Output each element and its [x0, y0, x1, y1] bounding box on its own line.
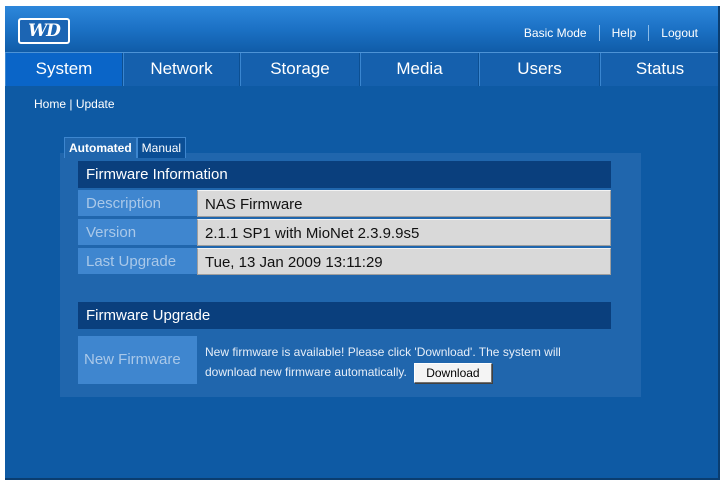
header-bar: WD Basic Mode Help Logout: [5, 6, 718, 52]
tab-users[interactable]: Users: [479, 53, 600, 86]
info-value: Tue, 13 Jan 2009 13:11:29: [197, 248, 611, 275]
info-row-description: Description NAS Firmware: [78, 190, 611, 217]
info-value: 2.1.1 SP1 with MioNet 2.3.9.9s5: [197, 219, 611, 246]
tab-status[interactable]: Status: [600, 53, 718, 86]
info-row-last-upgrade: Last Upgrade Tue, 13 Jan 2009 13:11:29: [78, 248, 611, 275]
new-firmware-message-cell: New firmware is available! Please click …: [197, 336, 611, 384]
wd-logo: WD: [18, 18, 70, 44]
new-firmware-message: New firmware is available! Please click …: [205, 345, 561, 379]
tab-network[interactable]: Network: [123, 53, 240, 86]
firmware-information-title: Firmware Information: [78, 161, 611, 188]
breadcrumb-separator: |: [69, 97, 73, 111]
breadcrumb: Home | Update: [34, 97, 115, 111]
basic-mode-link[interactable]: Basic Mode: [512, 26, 599, 40]
breadcrumb-current[interactable]: Update: [76, 97, 115, 111]
subtab-manual[interactable]: Manual: [136, 137, 187, 158]
download-button[interactable]: Download: [414, 362, 492, 383]
tab-media[interactable]: Media: [360, 53, 479, 86]
tab-storage[interactable]: Storage: [240, 53, 360, 86]
info-row-version: Version 2.1.1 SP1 with MioNet 2.3.9.9s5: [78, 219, 611, 246]
app-window: WD Basic Mode Help Logout System Network…: [5, 6, 720, 480]
info-label: Version: [78, 219, 197, 246]
top-links: Basic Mode Help Logout: [512, 23, 710, 43]
firmware-upgrade-title: Firmware Upgrade: [78, 302, 611, 329]
main-nav: System Network Storage Media Users Statu…: [5, 52, 718, 86]
new-firmware-label: New Firmware: [78, 336, 197, 384]
breadcrumb-home[interactable]: Home: [34, 97, 66, 111]
subtab-automated[interactable]: Automated: [64, 137, 137, 158]
new-firmware-row: New Firmware New firmware is available! …: [78, 336, 611, 384]
logout-link[interactable]: Logout: [649, 26, 710, 40]
help-link[interactable]: Help: [600, 26, 649, 40]
info-label: Last Upgrade: [78, 248, 197, 275]
info-label: Description: [78, 190, 197, 217]
info-value: NAS Firmware: [197, 190, 611, 217]
tab-system[interactable]: System: [5, 53, 123, 86]
subtab-bar: Automated Manual: [64, 137, 187, 158]
